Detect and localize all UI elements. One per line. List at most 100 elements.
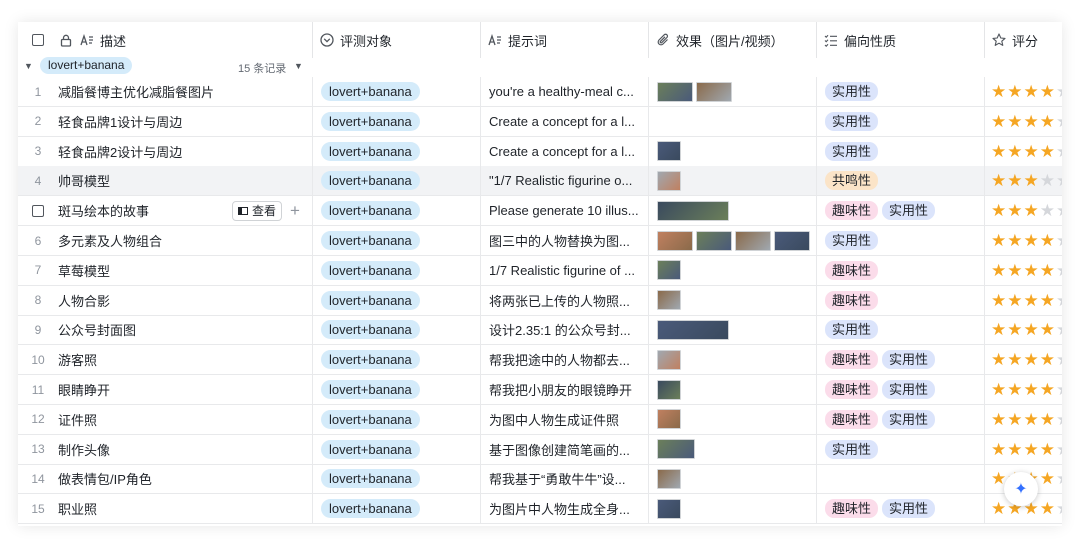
- rating-star-icon[interactable]: ★: [1007, 202, 1022, 219]
- nature-cell[interactable]: 趣味性 实用性: [817, 494, 985, 524]
- rating-star-icon[interactable]: ★: [1007, 381, 1022, 398]
- rating-star-icon[interactable]: ★: [1024, 113, 1039, 130]
- score-cell[interactable]: ★★★★★: [985, 286, 1062, 315]
- target-cell[interactable]: lovert+banana: [313, 285, 481, 315]
- description-cell[interactable]: 人物合影: [58, 285, 313, 315]
- target-cell[interactable]: lovert+banana: [313, 464, 481, 494]
- column-header-effect[interactable]: 效果（图片/视频）: [649, 22, 817, 58]
- rating-star-icon[interactable]: ★: [1024, 381, 1039, 398]
- rating-star-icon[interactable]: ★: [1040, 83, 1055, 100]
- column-header-description[interactable]: 描述: [58, 22, 313, 58]
- rating-star-icon[interactable]: ★: [1024, 262, 1039, 279]
- prompt-cell[interactable]: 图三中的人物替换为图...: [481, 226, 649, 255]
- table-row[interactable]: 7 草莓模型 lovert+banana 1/7 Realistic figurine…: [18, 255, 1062, 286]
- prompt-cell[interactable]: you're a healthy-meal c...: [481, 77, 649, 106]
- table-row[interactable]: 15 职业照 lovert+banana 为图片中人物生成全身... 趣味性 实用性 ★ ★ ★…: [18, 494, 1062, 525]
- target-cell[interactable]: lovert+banana: [313, 136, 481, 166]
- table-row[interactable]: 2 轻食品牌1设计与周边 lovert+banana Create a concept…: [18, 106, 1062, 137]
- rating-star-icon[interactable]: ★: [1056, 232, 1062, 249]
- score-cell[interactable]: ★★★★★: [985, 226, 1062, 255]
- prompt-cell[interactable]: 1/7 Realistic figurine of ...: [481, 255, 649, 285]
- table-row[interactable]: 3 轻食品牌2设计与周边 lovert+banana Create a concept…: [18, 136, 1062, 167]
- table-row[interactable]: 13制作头像lovert+banana基于图像创建简笔画的...实用性★★★★★: [18, 434, 1062, 465]
- rating-star-icon[interactable]: ★: [1056, 351, 1062, 368]
- image-thumbnail[interactable]: [735, 230, 771, 251]
- rating-star-icon[interactable]: ★: [1040, 411, 1055, 428]
- target-cell[interactable]: lovert+banana: [313, 345, 481, 375]
- nature-cell[interactable]: 实用性: [817, 226, 985, 255]
- rating-star-icon[interactable]: ★: [1007, 172, 1022, 189]
- table-row[interactable]: 14 做表情包/IP角色 lovert+banana 帮我基于“勇敢牛牛”设... ★ ★…: [18, 464, 1062, 495]
- effect-cell[interactable]: [649, 315, 817, 345]
- rating-star-icon[interactable]: ★: [1056, 470, 1062, 487]
- prompt-cell[interactable]: Create a concept for a l...: [481, 106, 649, 136]
- column-header-score[interactable]: 评分: [985, 22, 1062, 58]
- rating-star-icon[interactable]: ★: [991, 351, 1006, 368]
- rating-star-icon[interactable]: ★: [991, 172, 1006, 189]
- prompt-cell[interactable]: "1/7 Realistic figurine o...: [481, 166, 649, 196]
- rating-star-icon[interactable]: ★: [1024, 411, 1039, 428]
- table-row[interactable]: 10 游客照 lovert+banana 帮我把途中的人物都去... 趣味性 实用性 ★ ★ ★…: [18, 345, 1062, 376]
- rating-star-icon[interactable]: ★: [1007, 262, 1022, 279]
- effect-cell[interactable]: [649, 255, 817, 285]
- description-cell[interactable]: 减脂餐博主优化减脂餐图片: [58, 77, 313, 106]
- rating-star-icon[interactable]: ★: [1040, 441, 1055, 458]
- ai-assistant-button[interactable]: ✦: [1004, 472, 1038, 506]
- rating-star-icon[interactable]: ★: [991, 232, 1006, 249]
- rating-star-icon[interactable]: ★: [991, 202, 1006, 219]
- rating-star-icon[interactable]: ★: [1024, 292, 1039, 309]
- target-cell[interactable]: lovert+banana: [313, 77, 481, 106]
- rating-star-icon[interactable]: ★: [1007, 321, 1022, 338]
- target-cell[interactable]: lovert+banana: [313, 226, 481, 255]
- description-cell[interactable]: 证件照: [58, 404, 313, 434]
- rating-star-icon[interactable]: ★: [1024, 232, 1039, 249]
- effect-cell[interactable]: [649, 464, 817, 494]
- image-thumbnail[interactable]: [657, 439, 695, 460]
- description-cell[interactable]: 轻食品牌2设计与周边: [58, 136, 313, 166]
- add-icon[interactable]: +: [290, 201, 300, 221]
- description-cell[interactable]: 公众号封面图: [58, 315, 313, 345]
- rating-star-icon[interactable]: ★: [1007, 83, 1022, 100]
- description-cell[interactable]: 做表情包/IP角色: [58, 464, 313, 494]
- nature-cell[interactable]: 实用性: [817, 106, 985, 136]
- rating-star-icon[interactable]: ★: [1007, 411, 1022, 428]
- description-cell[interactable]: 制作头像: [58, 434, 313, 464]
- description-cell[interactable]: 眼睛睁开: [58, 375, 313, 404]
- rating-star-icon[interactable]: ★: [1040, 113, 1055, 130]
- rating-star-icon[interactable]: ★: [991, 500, 1006, 517]
- target-cell[interactable]: lovert+banana: [313, 196, 481, 226]
- prompt-cell[interactable]: 为图中人物生成证件照: [481, 404, 649, 434]
- rating-star-icon[interactable]: ★: [991, 441, 1006, 458]
- rating-star-icon[interactable]: ★: [1056, 262, 1062, 279]
- target-cell[interactable]: lovert+banana: [313, 166, 481, 196]
- rating-star-icon[interactable]: ★: [1056, 202, 1062, 219]
- rating-star-icon[interactable]: ★: [1007, 143, 1022, 160]
- score-cell[interactable]: ★★★★★: [985, 256, 1062, 285]
- prompt-cell[interactable]: 帮我把途中的人物都去...: [481, 345, 649, 375]
- rating-star-icon[interactable]: ★: [991, 113, 1006, 130]
- rating-star-icon[interactable]: ★: [1056, 292, 1062, 309]
- rating-star-icon[interactable]: ★: [1056, 172, 1062, 189]
- rating-star-icon[interactable]: ★: [1056, 411, 1062, 428]
- rating-star-icon[interactable]: ★: [1007, 292, 1022, 309]
- rating-star-icon[interactable]: ★: [1056, 500, 1062, 517]
- image-thumbnail[interactable]: [657, 468, 681, 489]
- description-cell[interactable]: 帅哥模型: [58, 166, 313, 196]
- nature-cell[interactable]: 趣味性: [817, 285, 985, 315]
- image-thumbnail[interactable]: [657, 81, 693, 102]
- table-row[interactable]: 4 帅哥模型 lovert+banana "1/7 Realistic figurin…: [18, 166, 1062, 197]
- target-cell[interactable]: lovert+banana: [313, 494, 481, 524]
- effect-cell[interactable]: [649, 226, 817, 255]
- prompt-cell[interactable]: Create a concept for a l...: [481, 136, 649, 166]
- table-row[interactable]: 9 公众号封面图 lovert+banana 设计2.35:1 的公众号封... 实用性…: [18, 315, 1062, 346]
- effect-cell[interactable]: [649, 196, 817, 226]
- target-cell[interactable]: lovert+banana: [313, 106, 481, 136]
- image-thumbnail[interactable]: [657, 290, 681, 311]
- description-cell[interactable]: 多元素及人物组合: [58, 226, 313, 255]
- rating-star-icon[interactable]: ★: [1040, 381, 1055, 398]
- rating-star-icon[interactable]: ★: [1040, 321, 1055, 338]
- rating-star-icon[interactable]: ★: [1024, 143, 1039, 160]
- target-cell[interactable]: lovert+banana: [313, 404, 481, 434]
- prompt-cell[interactable]: 帮我基于“勇敢牛牛”设...: [481, 464, 649, 494]
- target-cell[interactable]: lovert+banana: [313, 315, 481, 345]
